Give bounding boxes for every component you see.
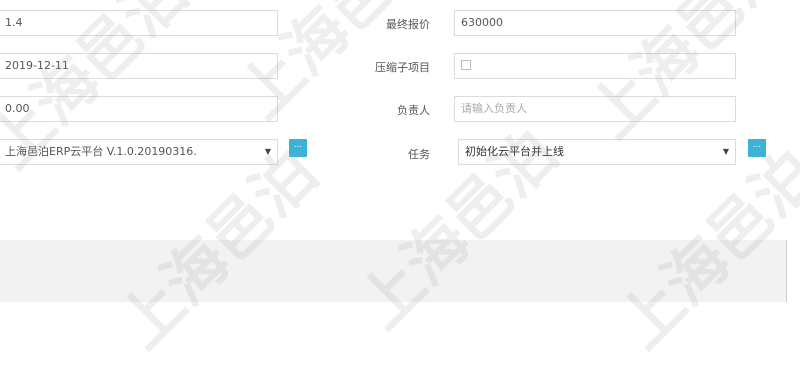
final-quote-value: 630000 [461,16,503,29]
form-footer-bar [0,240,787,302]
date-field[interactable]: 2019-12-11 [0,53,278,79]
task-select-value: 初始化云平台并上线 [465,145,564,158]
task-select[interactable]: 初始化云平台并上线 ▼ [458,139,736,165]
compress-subproject-field [454,53,736,79]
owner-field[interactable]: 请输入负责人 [454,96,736,122]
final-quote-label: 最终报价 [386,18,430,31]
owner-placeholder: 请输入负责人 [461,102,527,115]
compress-subproject-label: 压缩子项目 [375,61,430,74]
owner-label: 负责人 [397,104,430,117]
chevron-down-icon: ▼ [264,147,271,156]
ellipsis-icon: ... [293,140,303,150]
task-label: 任务 [408,148,430,161]
project-select[interactable]: 上海邑泊ERP云平台 V.1.0.20190316. ▼ [0,139,278,165]
date-value: 2019-12-11 [5,59,69,72]
ellipsis-icon: ... [752,140,762,150]
final-quote-field[interactable]: 630000 [454,10,736,36]
task-browse-button[interactable]: ... [748,139,766,157]
version-field[interactable]: 1.4 [0,10,278,36]
compress-subproject-checkbox[interactable] [461,60,471,70]
project-browse-button[interactable]: ... [289,139,307,157]
amount-value: 0.00 [5,102,30,115]
version-value: 1.4 [5,16,23,29]
amount-field[interactable]: 0.00 [0,96,278,122]
project-select-value: 上海邑泊ERP云平台 V.1.0.20190316. [5,145,197,158]
chevron-down-icon: ▼ [722,147,729,156]
